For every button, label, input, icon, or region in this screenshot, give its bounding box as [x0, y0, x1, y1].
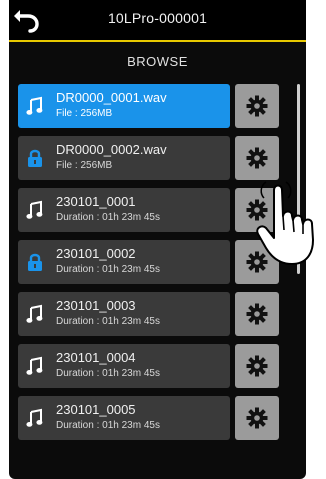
file-name: 230101_0005 [56, 402, 136, 417]
file-name: 230101_0004 [56, 350, 136, 365]
file-entry[interactable]: 230101_0004 Duration : 01h 23m 45s [18, 344, 230, 388]
settings-button[interactable] [235, 344, 279, 388]
file-name: 230101_0001 [56, 194, 136, 209]
file-name: DR0000_0002.wav [56, 142, 167, 157]
file-name: DR0000_0001.wav [56, 90, 167, 105]
file-entry[interactable]: DR0000_0001.wav File : 256MB [18, 84, 230, 128]
music-note-icon [26, 96, 44, 116]
list-item-7: 230101_0005 Duration : 01h 23m 45s [18, 396, 288, 440]
list-item-1: DR0000_0001.wav File : 256MB [18, 84, 288, 128]
list-item-5: 230101_0003 Duration : 01h 23m 45s [18, 292, 288, 336]
device-name: 10LPro-000001 [107, 10, 208, 26]
file-name: 230101_0003 [56, 298, 136, 313]
file-entry[interactable]: 230101_0003 Duration : 01h 23m 45s [18, 292, 230, 336]
gear-icon [246, 147, 268, 169]
file-detail: Duration : 01h 23m 45s [56, 264, 160, 275]
file-detail: File : 256MB [56, 160, 113, 171]
page-title: BROWSE [127, 54, 188, 69]
lock-icon [26, 148, 44, 168]
music-note-icon [26, 200, 44, 220]
music-note-icon [26, 356, 44, 376]
file-detail: Duration : 01h 23m 45s [56, 212, 160, 223]
settings-button[interactable] [235, 292, 279, 336]
file-detail: Duration : 01h 23m 45s [56, 368, 160, 379]
hand-pointer-icon [256, 181, 314, 265]
list-item-4: 230101_0002 Duration : 01h 23m 45s [18, 240, 288, 284]
file-entry[interactable]: 230101_0002 Duration : 01h 23m 45s [18, 240, 230, 284]
lock-icon [26, 252, 44, 272]
gear-icon [246, 355, 268, 377]
gear-icon [246, 303, 268, 325]
list-item-3: 230101_0001 Duration : 01h 23m 45s [18, 188, 288, 232]
gear-icon [246, 95, 268, 117]
file-detail: Duration : 01h 23m 45s [56, 420, 160, 431]
list-item-2: DR0000_0002.wav File : 256MB [18, 136, 288, 180]
file-entry[interactable]: 230101_0001 Duration : 01h 23m 45s [18, 188, 230, 232]
settings-button[interactable] [235, 396, 279, 440]
music-note-icon [26, 408, 44, 428]
file-name: 230101_0002 [56, 246, 136, 261]
file-detail: Duration : 01h 23m 45s [56, 316, 160, 327]
file-entry[interactable]: DR0000_0002.wav File : 256MB [18, 136, 230, 180]
list-item-6: 230101_0004 Duration : 01h 23m 45s [18, 344, 288, 388]
file-entry[interactable]: 230101_0005 Duration : 01h 23m 45s [18, 396, 230, 440]
settings-button[interactable] [235, 84, 279, 128]
music-note-icon [26, 304, 44, 324]
title-bar: 10LPro-000001 [9, 0, 306, 42]
settings-button[interactable] [235, 136, 279, 180]
file-detail: File : 256MB [56, 108, 113, 119]
gear-icon [246, 407, 268, 429]
